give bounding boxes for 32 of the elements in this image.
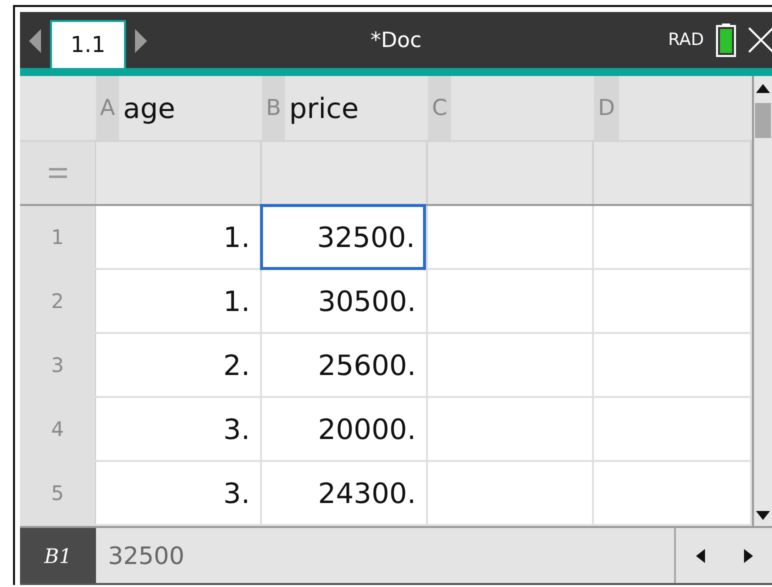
page-tab[interactable]: 1.1 — [50, 20, 126, 68]
table-cell[interactable]: 3. — [96, 398, 260, 460]
row-number: 5 — [51, 481, 64, 505]
document-title: *Doc — [370, 28, 422, 52]
equals-icon — [48, 168, 66, 178]
table-cell[interactable]: 1. — [96, 270, 260, 332]
right-arrow-icon[interactable] — [744, 548, 752, 562]
table-cell[interactable]: 20000. — [262, 398, 426, 460]
row-number: 3 — [51, 353, 64, 377]
scroll-thumb[interactable] — [755, 103, 771, 138]
row-number: 1 — [51, 225, 64, 249]
scroll-down-icon[interactable] — [756, 511, 770, 520]
cell-reference: B1 — [20, 528, 96, 583]
table-cell[interactable]: 1. — [96, 206, 260, 268]
row-number: 2 — [51, 289, 64, 313]
table-cell[interactable]: 2. — [96, 334, 260, 396]
table-cell[interactable]: 24300. — [262, 462, 426, 524]
table-cell[interactable]: 30500. — [262, 270, 426, 332]
previous-page-icon[interactable] — [28, 28, 42, 54]
table-cell[interactable]: 25600. — [262, 334, 426, 396]
table-cell[interactable]: 32500. — [260, 204, 426, 270]
angle-mode: RAD — [668, 30, 704, 50]
row-number: 4 — [51, 417, 64, 441]
battery-icon — [716, 23, 736, 57]
column-name[interactable]: price — [289, 92, 359, 124]
next-page-icon[interactable] — [134, 28, 148, 54]
table-cell[interactable]: 3. — [96, 462, 260, 524]
close-icon[interactable] — [748, 27, 772, 53]
column-name[interactable]: age — [123, 92, 176, 124]
cell-value[interactable]: 32500 — [96, 528, 674, 583]
left-arrow-icon[interactable] — [696, 548, 704, 562]
scroll-up-icon[interactable] — [756, 84, 770, 93]
